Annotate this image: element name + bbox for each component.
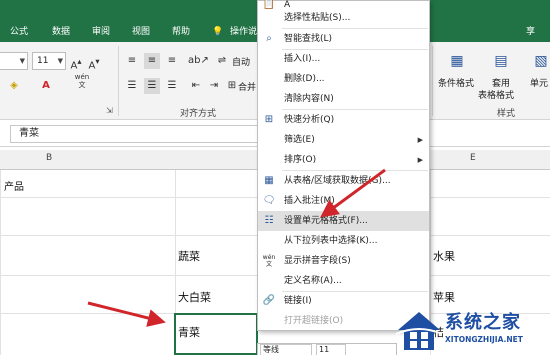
house-logo-icon [395, 312, 443, 350]
arrow-to-format-cells [320, 168, 386, 218]
watermark-logo: 系统之家 XITONGZHIJIA.NET [392, 302, 550, 355]
watermark-url: XITONGZHIJIA.NET [445, 335, 523, 344]
arrow-to-selected-cell [87, 301, 166, 327]
watermark-title: 系统之家 [445, 312, 521, 333]
